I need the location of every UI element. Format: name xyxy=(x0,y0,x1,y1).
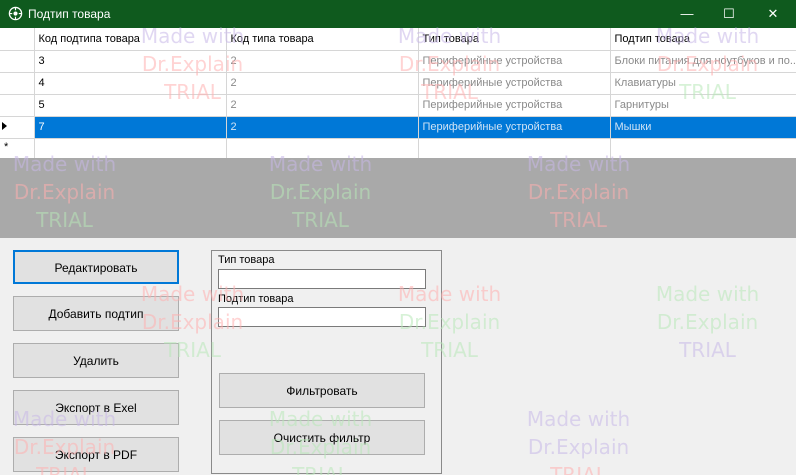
cell-subtype-name[interactable]: Блоки питания для ноутбуков и по... xyxy=(610,50,796,73)
new-row-cell[interactable] xyxy=(34,138,227,161)
new-row-cell[interactable] xyxy=(226,138,419,161)
table-row-selected[interactable]: 7 2 Периферийные устройства Мышки xyxy=(0,116,796,139)
delete-button[interactable]: Удалить xyxy=(13,343,179,378)
cell-type-name[interactable]: Периферийные устройства xyxy=(418,94,611,117)
row-header[interactable] xyxy=(0,50,35,73)
row-header-corner xyxy=(0,28,35,51)
cell-subtype-code[interactable]: 7 xyxy=(34,116,227,139)
subtype-label: Подтип товара xyxy=(218,293,294,305)
cell-type-name[interactable]: Периферийные устройства xyxy=(418,72,611,95)
row-header[interactable] xyxy=(0,116,35,139)
table-new-row[interactable]: * xyxy=(0,138,796,161)
window-title: Подтип товара xyxy=(28,7,111,21)
row-header[interactable]: * xyxy=(0,138,35,161)
new-row-cell[interactable] xyxy=(610,138,796,161)
cell-type-name[interactable]: Периферийные устройства xyxy=(418,116,611,139)
title-bar: Подтип товара — ☐ ✕ xyxy=(0,0,796,28)
cell-type-code[interactable]: 2 xyxy=(226,94,419,117)
cell-subtype-name[interactable]: Мышки xyxy=(610,116,796,139)
maximize-button[interactable]: ☐ xyxy=(706,0,752,28)
row-header[interactable] xyxy=(0,72,35,95)
table-row[interactable]: 3 2 Периферийные устройства Блоки питани… xyxy=(0,50,796,73)
column-header-type-code[interactable]: Код типа товара xyxy=(226,28,419,51)
table-row[interactable]: 4 2 Периферийные устройства Клавиатуры xyxy=(0,72,796,95)
cell-subtype-name[interactable]: Клавиатуры xyxy=(610,72,796,95)
row-header[interactable] xyxy=(0,94,35,117)
cell-subtype-code[interactable]: 5 xyxy=(34,94,227,117)
cell-type-name[interactable]: Периферийные устройства xyxy=(418,50,611,73)
add-subtype-button[interactable]: Добавить подтип xyxy=(13,296,179,331)
grid-header-row: Код подтипа товара Код типа товара Тип т… xyxy=(0,28,796,51)
table-row[interactable]: 5 2 Периферийные устройства Гарнитуры xyxy=(0,94,796,117)
close-icon: ✕ xyxy=(767,6,779,21)
grid-empty-area xyxy=(0,158,796,238)
subtype-filter-input[interactable] xyxy=(218,307,426,327)
trial-watermark: Made with Dr.Explain TRIAL xyxy=(526,407,631,475)
type-label: Тип товара xyxy=(218,254,275,266)
cell-type-code[interactable]: 2 xyxy=(226,50,419,73)
filter-button[interactable]: Фильтровать xyxy=(219,373,425,408)
subtype-data-grid[interactable]: Код подтипа товара Код типа товара Тип т… xyxy=(0,28,796,161)
export-excel-button[interactable]: Экспорт в Exel xyxy=(13,390,179,425)
trial-watermark: Made with Dr.Explain TRIAL xyxy=(655,282,760,362)
cell-subtype-name[interactable]: Гарнитуры xyxy=(610,94,796,117)
cell-subtype-code[interactable]: 3 xyxy=(34,50,227,73)
close-button[interactable]: ✕ xyxy=(750,0,796,28)
maximize-icon: ☐ xyxy=(723,6,735,21)
edit-button[interactable]: Редактировать xyxy=(13,250,179,284)
current-row-arrow-icon xyxy=(2,121,7,130)
minimize-icon: — xyxy=(680,6,694,21)
type-filter-input[interactable] xyxy=(218,269,426,289)
column-header-type-name[interactable]: Тип товара xyxy=(418,28,611,51)
filter-group: Тип товара Подтип товара Фильтровать Очи… xyxy=(211,250,442,474)
column-header-subtype-code[interactable]: Код подтипа товара xyxy=(34,28,227,51)
clear-filter-button[interactable]: Очистить фильтр xyxy=(219,420,425,455)
new-row-cell[interactable] xyxy=(418,138,611,161)
app-gear-icon xyxy=(8,6,23,21)
column-header-subtype-name[interactable]: Подтип товара xyxy=(610,28,796,51)
cell-type-code[interactable]: 2 xyxy=(226,72,419,95)
cell-type-code[interactable]: 2 xyxy=(226,116,419,139)
new-row-star-icon: * xyxy=(4,140,9,153)
cell-subtype-code[interactable]: 4 xyxy=(34,72,227,95)
minimize-button[interactable]: — xyxy=(664,0,710,28)
export-pdf-button[interactable]: Экспорт в PDF xyxy=(13,437,179,472)
